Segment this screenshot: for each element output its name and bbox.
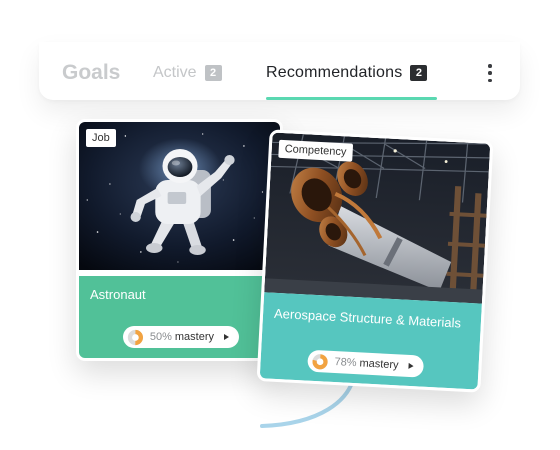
recommendation-card-job[interactable]: Job Astronaut 50% mastery	[76, 119, 283, 361]
play-arrow-icon	[224, 334, 229, 340]
tab-active-count-badge: 2	[204, 65, 222, 81]
tab-recommendations[interactable]: Recommendations 2	[266, 64, 428, 82]
goals-heading: Goals	[62, 61, 121, 84]
card-title: Aerospace Structure & Materials	[273, 305, 462, 331]
card-type-tag: Competency	[278, 139, 353, 162]
mastery-label: mastery	[174, 331, 214, 343]
mastery-percent: 50%	[149, 331, 172, 343]
mastery-button[interactable]: 50% mastery	[123, 326, 239, 348]
recommendation-card-competency[interactable]: Competency Aerospace Structure & Materia…	[256, 129, 494, 393]
selected-tab-indicator	[266, 97, 437, 100]
tab-recommendations-label: Recommendations	[266, 64, 403, 81]
card-footer: Aerospace Structure & Materials 78% mast…	[259, 292, 482, 390]
mastery-percent: 78%	[334, 356, 357, 370]
mastery-label: mastery	[359, 357, 399, 372]
play-arrow-icon	[408, 362, 414, 370]
card-type-tag: Job	[86, 129, 116, 147]
mastery-donut-icon	[312, 353, 328, 369]
card-title: Astronaut	[90, 287, 146, 302]
goals-tab-bar: Goals Active 2 Recommendations 2	[39, 42, 520, 100]
tab-recommendations-count-badge: 2	[410, 65, 428, 81]
more-options-icon[interactable]	[483, 64, 497, 82]
tab-active-label: Active	[153, 64, 197, 81]
card-footer: Astronaut 50% mastery	[79, 276, 280, 358]
mastery-button[interactable]: 78% mastery	[307, 349, 425, 378]
mastery-donut-icon	[127, 329, 144, 345]
tab-active[interactable]: Active 2	[153, 64, 222, 82]
